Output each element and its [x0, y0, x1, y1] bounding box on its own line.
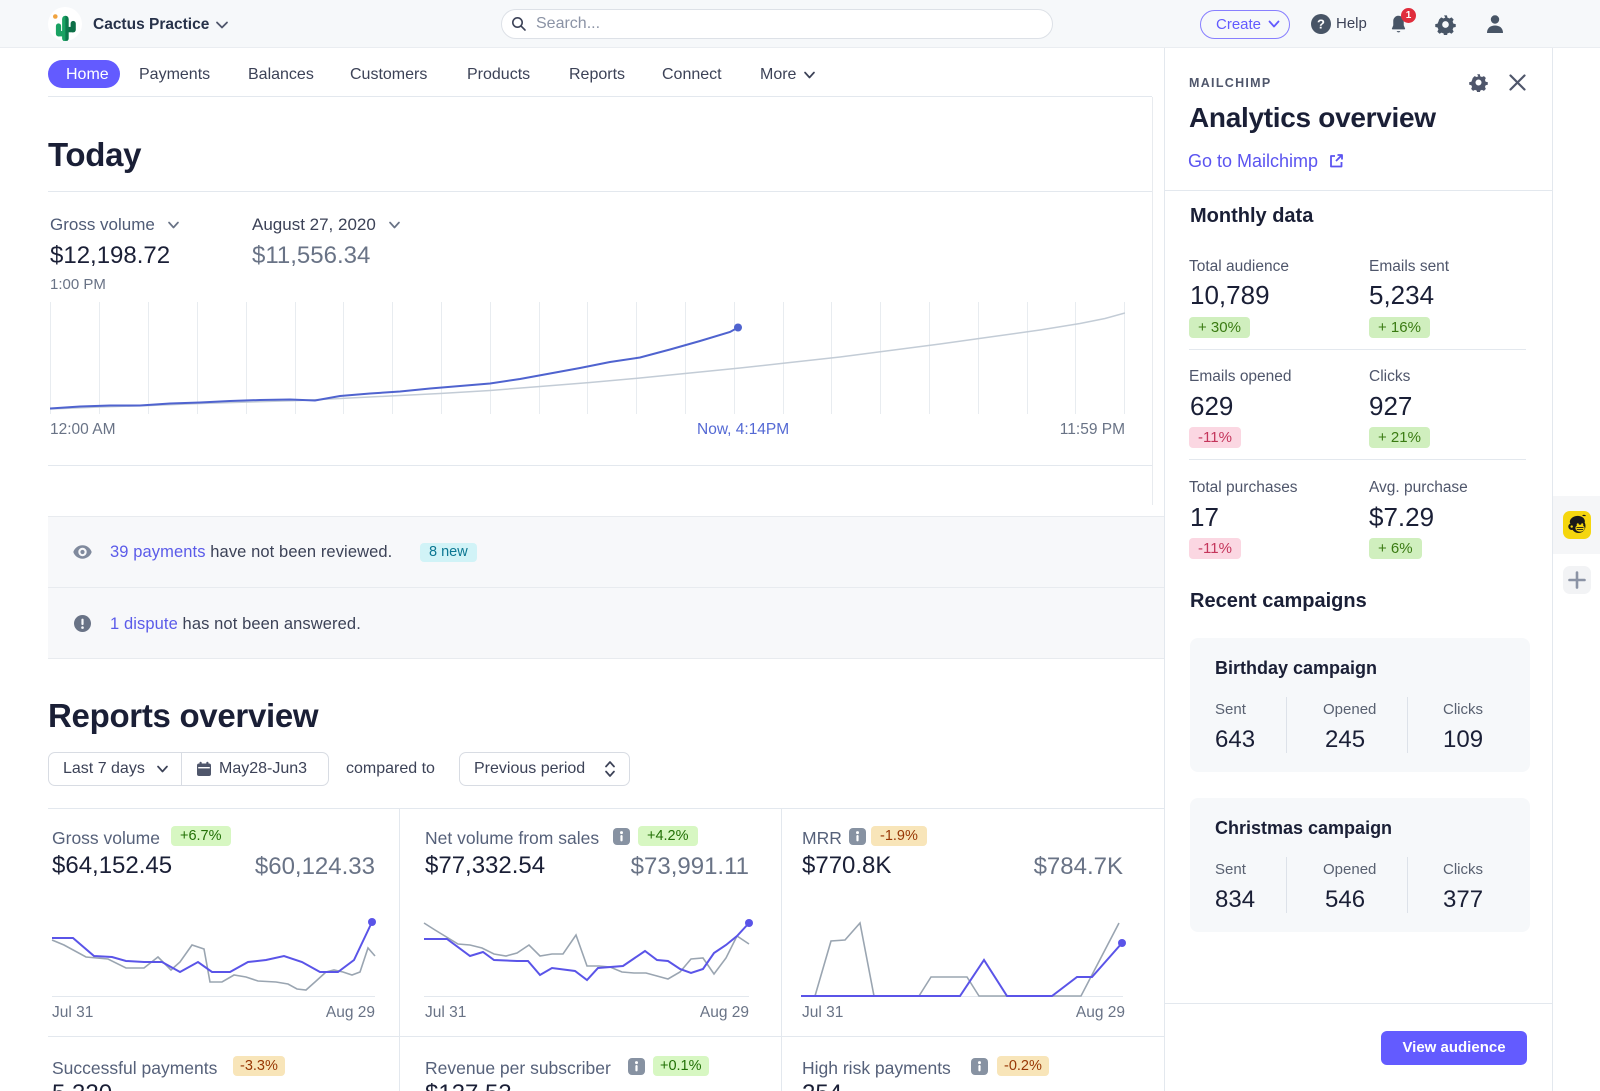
svg-text:?: ? [1317, 17, 1325, 32]
